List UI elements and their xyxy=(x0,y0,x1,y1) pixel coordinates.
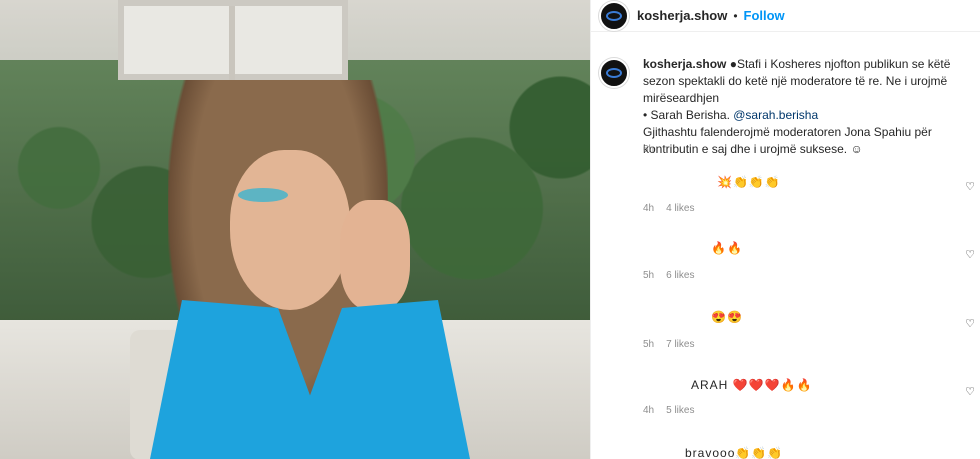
caption-line3: Gjithashtu falenderojmë moderatoren Jona… xyxy=(643,125,932,156)
caption-username[interactable]: kosherja.show xyxy=(643,57,726,71)
heart-icon[interactable]: ♡ xyxy=(964,386,976,398)
follow-button[interactable]: Follow xyxy=(744,8,785,23)
mention-link[interactable]: @sarah.berisha xyxy=(733,108,818,122)
comment: bravooo👏👏👏 xyxy=(643,446,980,459)
post-sidebar: kosherja.show • Follow kosherja.show ●St… xyxy=(590,0,980,459)
comment-meta-row: 5h 6 likes xyxy=(643,270,694,281)
hand xyxy=(340,200,410,310)
comment-meta: 4h 5 likes xyxy=(643,405,980,425)
caption-avatar[interactable] xyxy=(599,58,629,88)
post-photo[interactable] xyxy=(0,0,590,459)
comment-time: 4h xyxy=(643,405,655,416)
comment: 😍😍 xyxy=(643,310,980,330)
post-header: kosherja.show • Follow xyxy=(591,0,980,32)
comment-time: 4h xyxy=(643,203,655,214)
comment-text: 💥👏👏👏 xyxy=(717,175,781,189)
caption-text: kosherja.show ●Stafi i Kosheres njofton … xyxy=(643,56,972,158)
logo-icon xyxy=(606,10,622,21)
face xyxy=(230,150,350,310)
comment-meta-row: 4h 5 likes xyxy=(643,405,694,416)
logo-icon xyxy=(606,68,622,78)
background-door xyxy=(118,0,348,86)
comment-meta-row: 5h 7 likes xyxy=(643,339,694,350)
heart-icon[interactable]: ♡ xyxy=(964,181,976,193)
comment-likes[interactable]: 6 likes xyxy=(666,270,694,281)
caption-time: 6h xyxy=(643,144,655,155)
comment-text: ARAH ❤️❤️❤️🔥🔥 xyxy=(691,378,813,392)
comment-meta: 4h 4 likes xyxy=(643,203,980,223)
heart-icon[interactable]: ♡ xyxy=(964,249,976,261)
comment-likes[interactable]: 7 likes xyxy=(666,339,694,350)
caption: kosherja.show ●Stafi i Kosheres njofton … xyxy=(599,56,972,158)
avatar[interactable] xyxy=(599,0,629,31)
comment-likes[interactable]: 5 likes xyxy=(666,405,694,416)
eye-makeup xyxy=(238,188,288,202)
comment-time: 5h xyxy=(643,339,655,350)
comment: ARAH ❤️❤️❤️🔥🔥 xyxy=(643,378,980,398)
comment: 🔥🔥 xyxy=(643,241,980,261)
separator-dot: • xyxy=(733,8,738,23)
comment-meta: 5h 7 likes xyxy=(643,339,980,359)
comment-text: 😍😍 xyxy=(711,310,743,324)
heart-icon[interactable]: ♡ xyxy=(964,318,976,330)
username[interactable]: kosherja.show xyxy=(637,8,727,23)
comment-meta: 5h 6 likes xyxy=(643,270,980,290)
comment: 💥👏👏👏 xyxy=(643,175,980,195)
caption-line2: • Sarah Berisha. xyxy=(643,108,734,122)
comment-text: 🔥🔥 xyxy=(711,241,743,255)
comment-meta-row: 4h 4 likes xyxy=(643,203,694,214)
comment-likes[interactable]: 4 likes xyxy=(666,203,694,214)
comment-time: 5h xyxy=(643,270,655,281)
comment-text: bravooo👏👏👏 xyxy=(685,446,784,459)
